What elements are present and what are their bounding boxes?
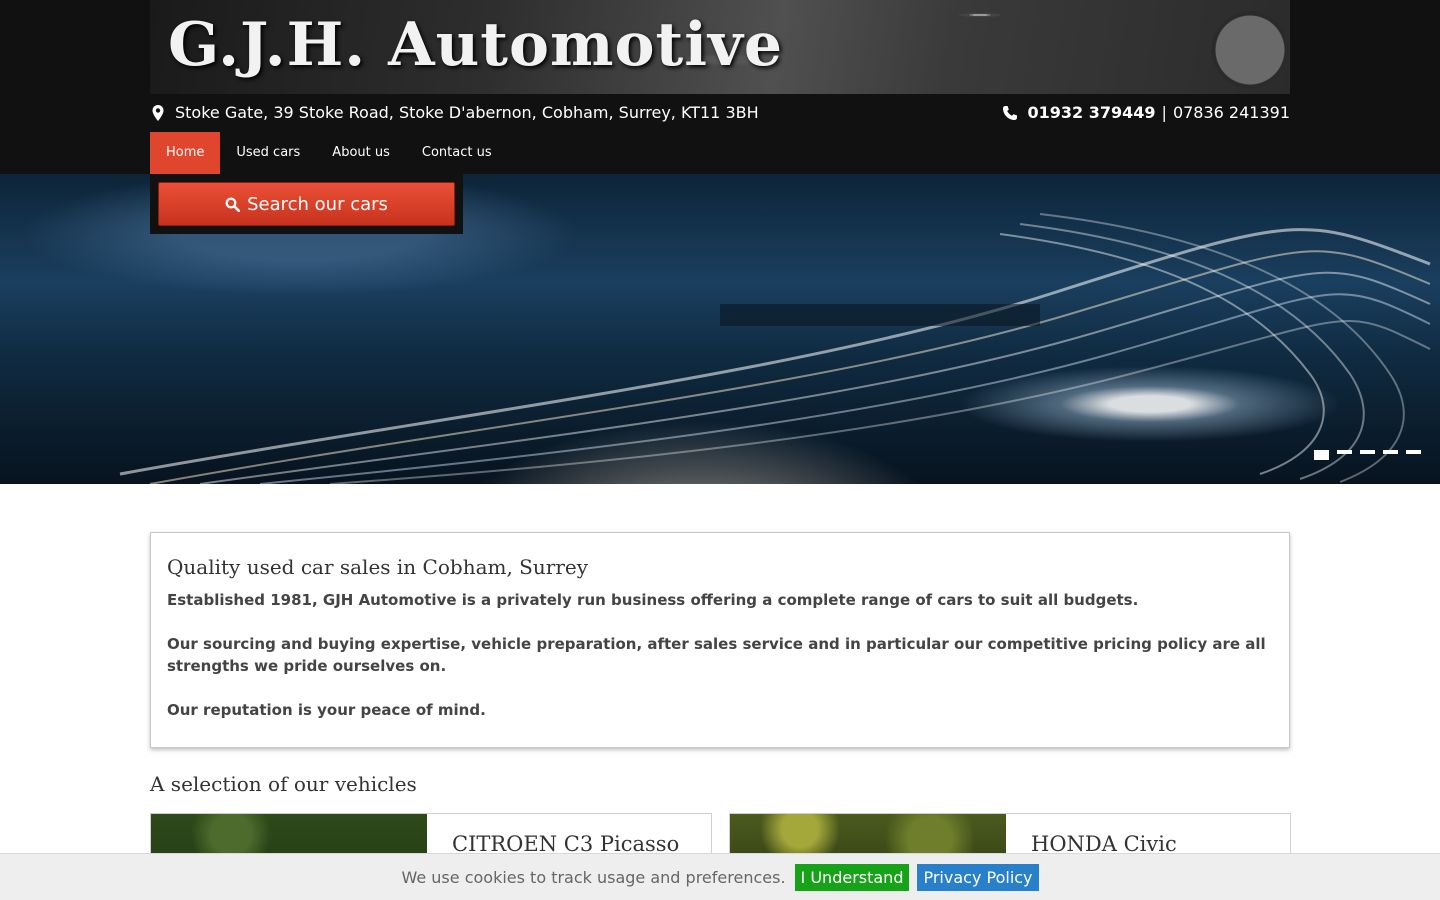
header-banner[interactable]: G.J.H. Automotive xyxy=(150,0,1290,94)
nav-item-about-us[interactable]: About us xyxy=(316,132,406,174)
privacy-policy-button[interactable]: Privacy Policy xyxy=(917,863,1039,891)
about-paragraph: Our sourcing and buying expertise, vehic… xyxy=(167,635,1266,675)
search-panel: Search our cars xyxy=(150,174,463,234)
address-line: Stoke Gate, 39 Stoke Road, Stoke D'abern… xyxy=(150,103,759,122)
site-header: G.J.H. Automotive Stoke Gate, 39 Stoke R… xyxy=(0,0,1440,174)
phone-icon xyxy=(1002,105,1017,120)
phone-primary-link[interactable]: 01932 379449 xyxy=(1028,103,1156,122)
slideshow-pager xyxy=(1314,450,1421,460)
search-our-cars-button[interactable]: Search our cars xyxy=(158,182,455,226)
cookie-banner: We use cookies to track usage and prefer… xyxy=(0,853,1440,900)
about-panel: Quality used car sales in Cobham, Surrey… xyxy=(150,532,1290,748)
nav-item-used-cars[interactable]: Used cars xyxy=(220,132,316,174)
search-icon xyxy=(225,197,241,212)
about-paragraph: Established 1981, GJH Automotive is a pr… xyxy=(167,591,1139,609)
map-pin-icon xyxy=(152,104,164,121)
slide-dot-4[interactable] xyxy=(1383,450,1398,454)
about-paragraph: Our reputation is your peace of mind. xyxy=(167,701,486,719)
vehicles-section-title: A selection of our vehicles xyxy=(150,772,417,796)
nav-item-home[interactable]: Home xyxy=(150,132,221,174)
nav-item-contact-us[interactable]: Contact us xyxy=(406,132,508,174)
phone-secondary-link[interactable]: 07836 241391 xyxy=(1173,103,1290,122)
about-title: Quality used car sales in Cobham, Surrey xyxy=(167,555,589,579)
phone-numbers: 01932 379449 | 07836 241391 xyxy=(1002,103,1290,122)
slide-dot-5[interactable] xyxy=(1406,450,1421,454)
cookie-message: We use cookies to track usage and prefer… xyxy=(401,867,786,887)
main-nav: Home Used cars About us Contact us xyxy=(150,132,508,174)
contact-bar: Stoke Gate, 39 Stoke Road, Stoke D'abern… xyxy=(150,100,1290,126)
address-text: Stoke Gate, 39 Stoke Road, Stoke D'abern… xyxy=(175,103,759,122)
slide-dot-3[interactable] xyxy=(1360,450,1375,454)
cookie-accept-button[interactable]: I Understand xyxy=(794,863,910,891)
phone-separator: | xyxy=(1161,103,1167,122)
search-button-label: Search our cars xyxy=(247,193,388,215)
about-text: Established 1981, GJH Automotive is a pr… xyxy=(167,589,1273,721)
slide-dot-2[interactable] xyxy=(1337,450,1352,454)
slide-dot-1[interactable] xyxy=(1314,450,1329,460)
brand-logo-text[interactable]: G.J.H. Automotive xyxy=(168,10,783,80)
